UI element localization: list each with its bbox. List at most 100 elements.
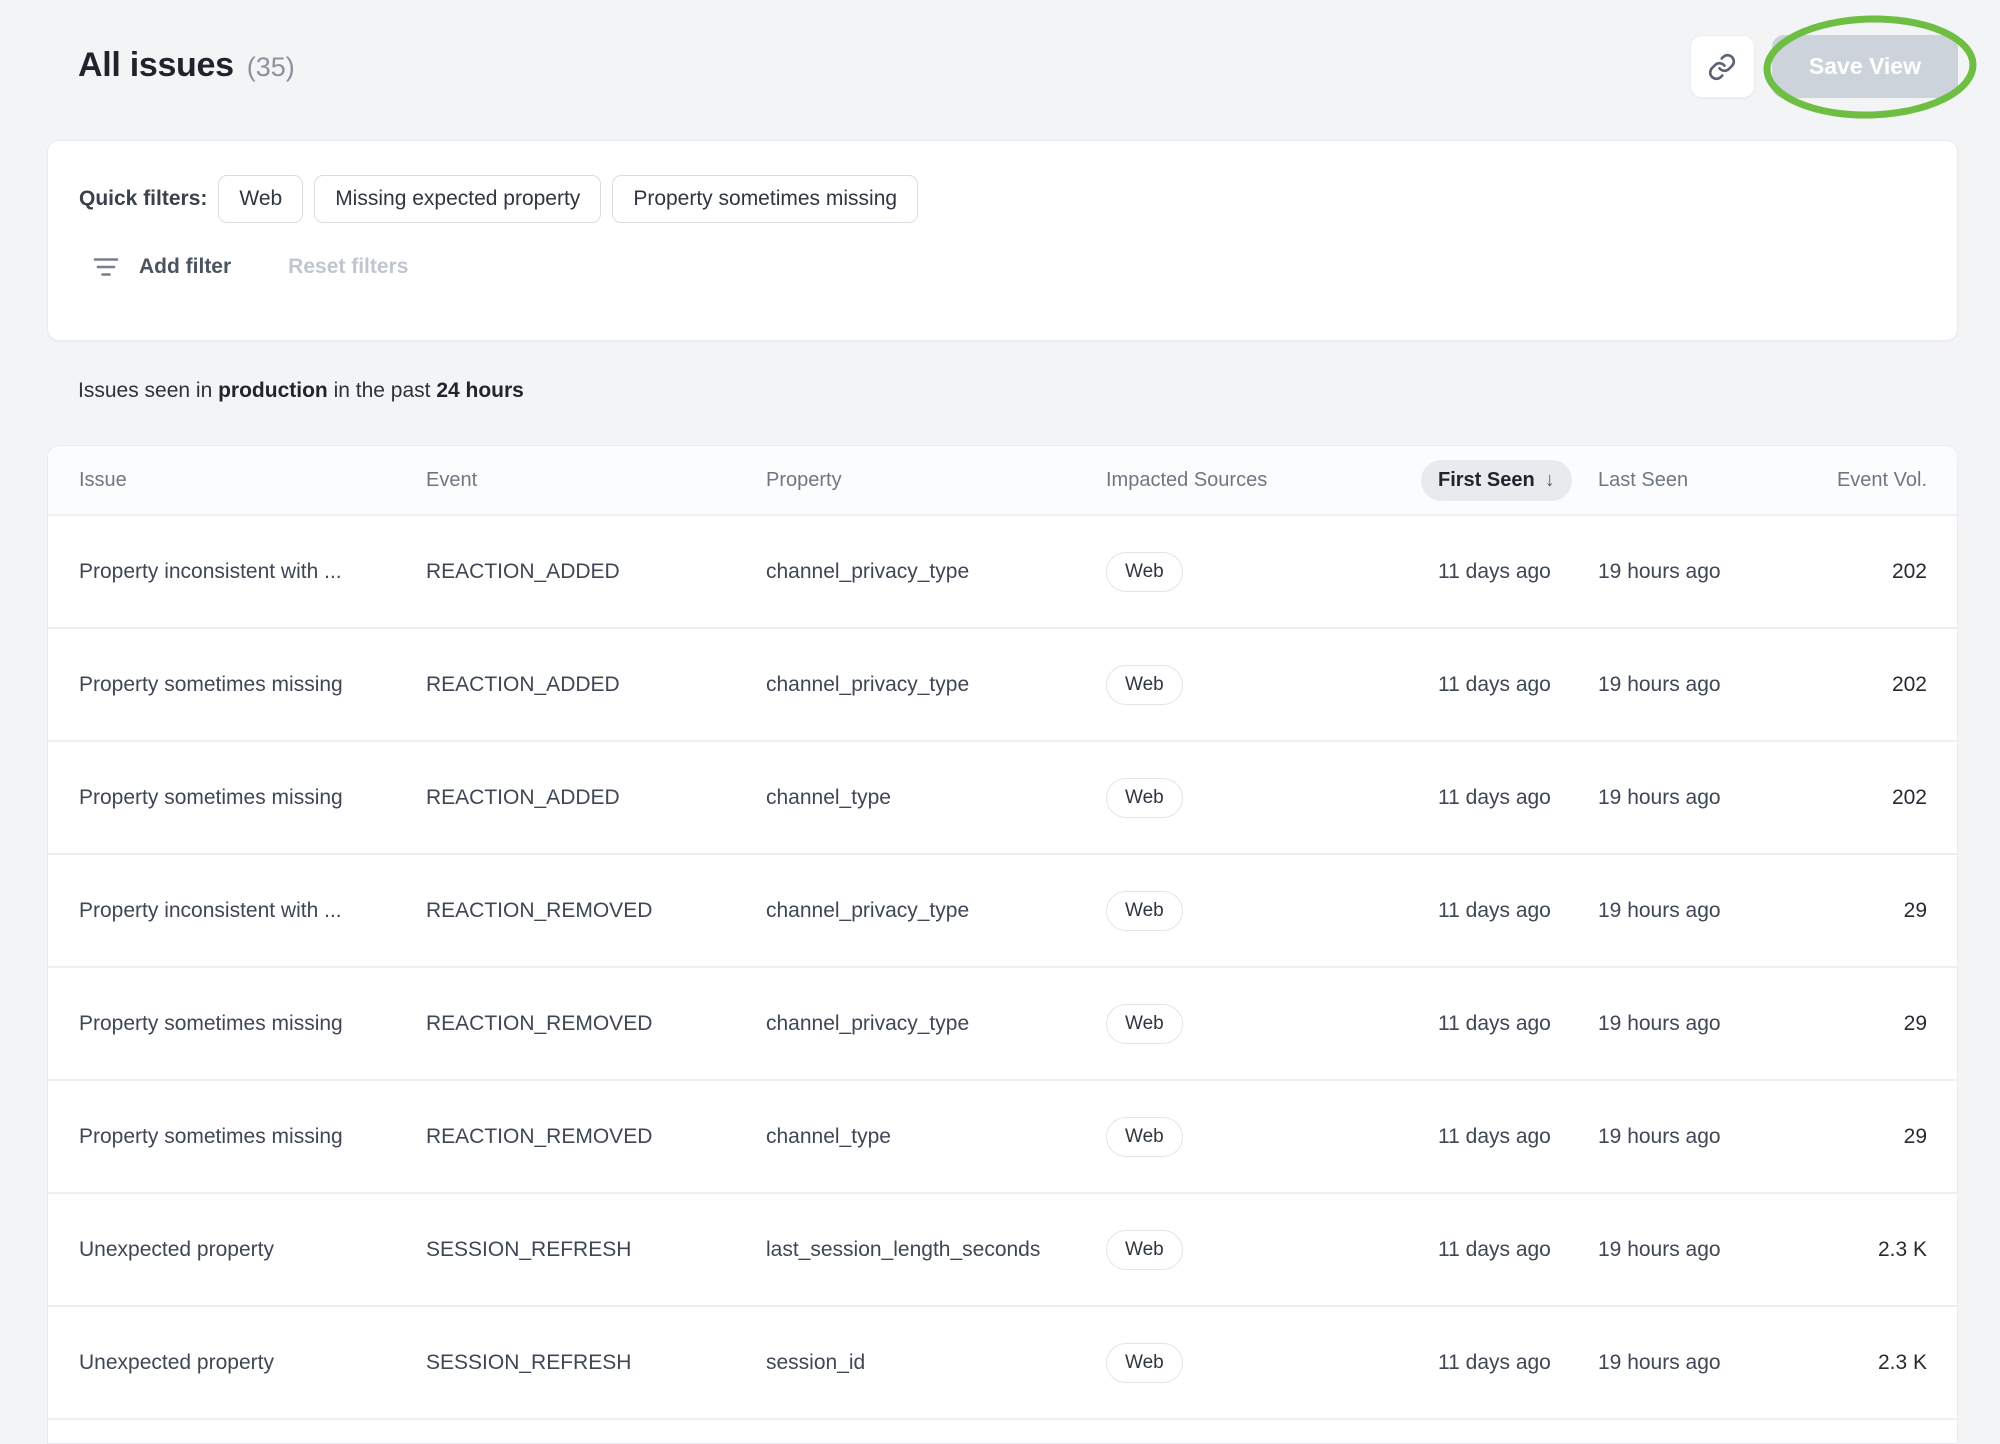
event-cell: SESSION_REFRESH [426,1351,766,1375]
issues-page: All issues (35) Save View Quick filters:… [0,0,2000,1444]
impacted-sources-cell: Web [1106,891,1438,931]
first-seen-sort-pill[interactable]: First Seen ↓ [1421,460,1572,501]
issue-cell: Unexpected property [79,1351,426,1375]
sort-descending-arrow-icon: ↓ [1545,469,1555,492]
event-cell: REACTION_ADDED [426,786,766,810]
source-badge: Web [1106,778,1183,818]
impacted-sources-cell: Web [1106,1004,1438,1044]
first-seen-cell: 11 days ago [1438,1238,1598,1262]
table-row[interactable]: Property sometimes missing REACTION_ADDE… [48,629,1957,742]
source-badge: Web [1106,1004,1183,1044]
first-seen-cell: 11 days ago [1438,1125,1598,1149]
first-seen-cell: 11 days ago [1438,899,1598,923]
table-row[interactable]: Property sometimes missing REACTION_ADDE… [48,742,1957,855]
first-seen-cell: 11 days ago [1438,560,1598,584]
column-header-impacted-sources[interactable]: Impacted Sources [1106,469,1438,492]
column-header-last-seen[interactable]: Last Seen [1598,469,1756,492]
quick-filter-chip-missing-expected-property[interactable]: Missing expected property [314,175,601,223]
property-cell: last_session_length_seconds [766,1238,1106,1262]
table-header-row: Issue Event Property Impacted Sources Fi… [48,446,1957,516]
property-cell: channel_privacy_type [766,899,1106,923]
last-seen-cell: 19 hours ago [1598,1238,1756,1262]
source-badge: Web [1106,1117,1183,1157]
event-volume-cell: 2.3 K [1756,1238,1927,1262]
quick-filters-label: Quick filters: [79,187,207,211]
table-row[interactable]: Property sometimes missing REACTION_REMO… [48,968,1957,1081]
issue-cell: Unexpected property [79,1238,426,1262]
impacted-sources-cell: Web [1106,665,1438,705]
event-volume-cell: 202 [1756,786,1927,810]
table-row[interactable]: Unexpected property SESSION_REFRESH last… [48,1194,1957,1307]
page-header: All issues (35) [78,46,295,85]
issue-cell: Property sometimes missing [79,673,426,697]
event-cell: REACTION_REMOVED [426,1125,766,1149]
impacted-sources-cell: Web [1106,1117,1438,1157]
impacted-sources-cell: Web [1106,552,1438,592]
event-volume-cell: 29 [1756,899,1927,923]
event-volume-cell: 202 [1756,673,1927,697]
table-row[interactable]: Property inconsistent with ... REACTION_… [48,516,1957,629]
column-header-event[interactable]: Event [426,469,766,492]
event-cell: REACTION_REMOVED [426,1012,766,1036]
impacted-sources-cell: Web [1106,1230,1438,1270]
first-seen-cell: 11 days ago [1438,673,1598,697]
add-filter-button[interactable]: Add filter [139,255,231,279]
property-cell: channel_privacy_type [766,1012,1106,1036]
quick-filters-row: Quick filters: Web Missing expected prop… [79,175,1926,223]
table-row[interactable]: Property inconsistent with ... REACTION_… [48,855,1957,968]
event-volume-cell: 202 [1756,560,1927,584]
issue-cell: Property inconsistent with ... [79,560,426,584]
add-filter-row: Add filter Reset filters [79,255,1926,279]
issues-table: Issue Event Property Impacted Sources Fi… [47,445,1958,1444]
table-row[interactable]: Property sometimes missing REACTION_REMO… [48,1081,1957,1194]
event-volume-cell: 29 [1756,1012,1927,1036]
impacted-sources-cell: Web [1106,778,1438,818]
last-seen-cell: 19 hours ago [1598,1125,1756,1149]
issue-count-badge: (35) [247,52,295,83]
column-header-event-vol[interactable]: Event Vol. [1756,469,1927,492]
last-seen-cell: 19 hours ago [1598,899,1756,923]
reset-filters-button[interactable]: Reset filters [288,255,408,279]
event-cell: REACTION_ADDED [426,560,766,584]
first-seen-cell: 11 days ago [1438,786,1598,810]
issue-cell: Property sometimes missing [79,1012,426,1036]
column-header-issue[interactable]: Issue [79,469,426,492]
summary-prefix: Issues seen in [78,379,218,402]
last-seen-cell: 19 hours ago [1598,1351,1756,1375]
source-badge: Web [1106,891,1183,931]
impacted-sources-cell: Web [1106,1343,1438,1383]
event-cell: REACTION_REMOVED [426,899,766,923]
event-cell: SESSION_REFRESH [426,1238,766,1262]
column-header-property[interactable]: Property [766,469,1106,492]
last-seen-cell: 19 hours ago [1598,560,1756,584]
property-cell: channel_privacy_type [766,673,1106,697]
table-row[interactable]: Unexpected property SESSION_REFRESH sess… [48,1307,1957,1420]
summary-timeframe: 24 hours [436,379,524,402]
issue-cell: Property sometimes missing [79,786,426,810]
issue-cell: Property inconsistent with ... [79,899,426,923]
source-badge: Web [1106,665,1183,705]
issues-summary-text: Issues seen in production in the past 24… [78,379,524,403]
filters-panel: Quick filters: Web Missing expected prop… [47,140,1958,341]
header-actions: Save View [1690,35,1958,98]
last-seen-cell: 19 hours ago [1598,673,1756,697]
filter-lines-icon [93,256,119,278]
summary-middle: in the past [328,379,437,402]
page-title: All issues [78,46,234,85]
event-cell: REACTION_ADDED [426,673,766,697]
property-cell: channel_privacy_type [766,560,1106,584]
quick-filter-chip-property-sometimes-missing[interactable]: Property sometimes missing [612,175,918,223]
event-volume-cell: 2.3 K [1756,1351,1927,1375]
property-cell: channel_type [766,1125,1106,1149]
save-view-button[interactable]: Save View [1772,35,1958,98]
issue-cell: Property sometimes missing [79,1125,426,1149]
last-seen-cell: 19 hours ago [1598,786,1756,810]
source-badge: Web [1106,1230,1183,1270]
last-seen-cell: 19 hours ago [1598,1012,1756,1036]
link-icon [1707,52,1737,82]
quick-filter-chip-web[interactable]: Web [218,175,303,223]
copy-link-button[interactable] [1690,35,1755,98]
first-seen-cell: 11 days ago [1438,1351,1598,1375]
column-header-first-seen[interactable]: First Seen ↓ [1438,460,1598,501]
event-volume-cell: 29 [1756,1125,1927,1149]
